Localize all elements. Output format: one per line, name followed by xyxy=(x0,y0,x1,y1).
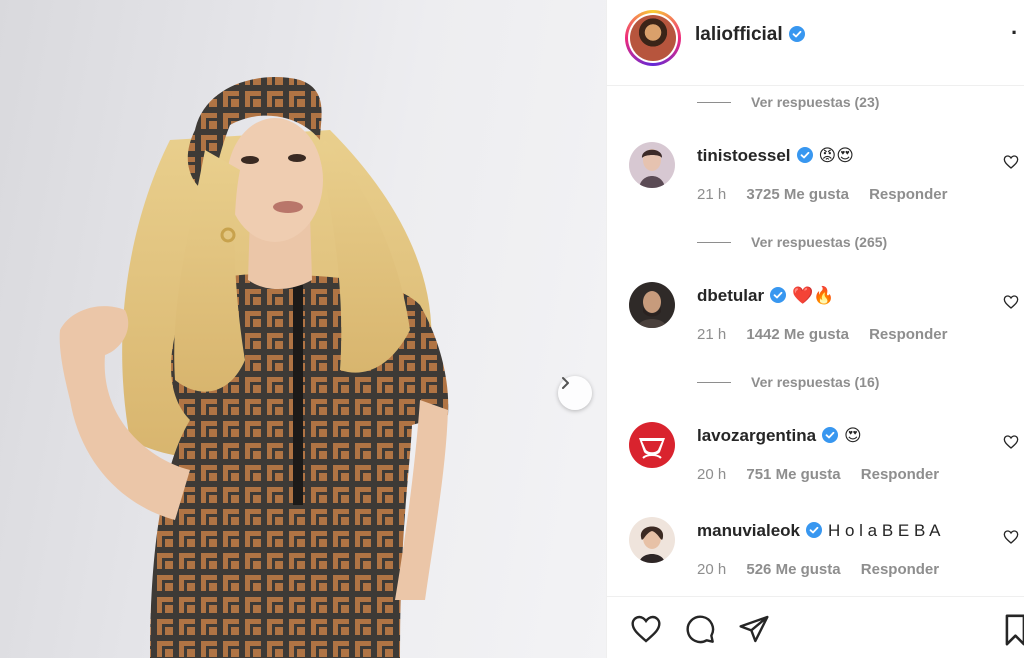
bookmark-icon[interactable] xyxy=(1003,613,1024,647)
comment-time: 21 h xyxy=(697,326,727,343)
view-replies-button[interactable]: Ver respuestas (16) xyxy=(697,372,879,392)
replies-divider xyxy=(697,101,731,103)
comment-time: 21 h xyxy=(697,186,727,203)
comment-time: 20 h xyxy=(697,561,727,578)
post-photo xyxy=(0,0,606,658)
comment-body: H o l a B E B A xyxy=(828,521,941,540)
view-replies-button[interactable]: Ver respuestas (265) xyxy=(697,232,887,252)
comment-likes[interactable]: 1442 Me gusta xyxy=(746,326,849,343)
commenter-avatar[interactable] xyxy=(629,142,675,188)
chevron-right-icon xyxy=(562,377,569,389)
comment-body: 😍 xyxy=(844,426,862,445)
reply-button[interactable]: Responder xyxy=(861,561,939,578)
replies-divider xyxy=(697,241,731,243)
comment-item: manuvialeok H o l a B E B A 20 h 526 Me g… xyxy=(607,517,1024,596)
post-side-panel: laliofficial · Ver respuestas (23) tinis… xyxy=(606,0,1024,658)
view-replies-label[interactable]: Ver respuestas (265) xyxy=(751,234,887,250)
comment-item: tinistoessel 😡😍 21 h 3725 Me gusta Respon… xyxy=(607,142,1024,242)
heart-icon[interactable] xyxy=(1003,529,1019,545)
comment-meta: 21 h 3725 Me gusta Responder xyxy=(697,186,963,203)
comment-item: dbetular ❤️🔥 21 h 1442 Me gusta Responder xyxy=(607,282,1024,382)
author-username[interactable]: laliofficial xyxy=(695,24,783,45)
verified-badge-icon xyxy=(796,147,813,163)
verified-badge-icon xyxy=(788,26,805,42)
heart-icon[interactable] xyxy=(1003,434,1019,450)
commenter-username[interactable]: tinistoessel xyxy=(697,146,791,165)
heart-icon[interactable] xyxy=(629,613,663,645)
share-icon[interactable] xyxy=(737,613,771,645)
post-actions-bar xyxy=(607,596,1024,658)
reply-button[interactable]: Responder xyxy=(869,326,947,343)
commenter-username[interactable]: manuvialeok xyxy=(697,521,800,540)
comment-icon[interactable] xyxy=(683,613,717,645)
author-avatar[interactable] xyxy=(625,10,681,66)
author-username-row[interactable]: laliofficial xyxy=(695,24,805,46)
commenter-avatar[interactable] xyxy=(629,282,675,328)
comment-time: 20 h xyxy=(697,466,727,483)
reply-button[interactable]: Responder xyxy=(861,466,939,483)
reply-button[interactable]: Responder xyxy=(869,186,947,203)
heart-icon[interactable] xyxy=(1003,294,1019,310)
more-options-button[interactable]: · xyxy=(1011,20,1018,46)
commenter-username[interactable]: dbetular xyxy=(697,286,764,305)
comment-likes[interactable]: 751 Me gusta xyxy=(746,466,840,483)
comment-likes[interactable]: 526 Me gusta xyxy=(746,561,840,578)
view-replies-button[interactable]: Ver respuestas (23) xyxy=(697,92,879,112)
comment-meta: 20 h 526 Me gusta Responder xyxy=(697,561,955,578)
verified-badge-icon xyxy=(822,427,839,443)
comment-meta: 20 h 751 Me gusta Responder xyxy=(697,466,955,483)
heart-icon[interactable] xyxy=(1003,154,1019,170)
comment-text-row: manuvialeok H o l a B E B A xyxy=(697,521,940,541)
comment-text-row: tinistoessel 😡😍 xyxy=(697,146,854,166)
view-replies-label[interactable]: Ver respuestas (23) xyxy=(751,94,879,110)
commenter-username[interactable]: lavozargentina xyxy=(697,426,816,445)
comment-item: lavozargentina 😍 20 h 751 Me gusta Respon… xyxy=(607,422,1024,522)
comment-body: 😡😍 xyxy=(818,146,854,165)
next-photo-button[interactable] xyxy=(558,376,592,410)
verified-badge-icon xyxy=(770,287,787,303)
view-replies-label[interactable]: Ver respuestas (16) xyxy=(751,374,879,390)
photo-illustration xyxy=(59,77,449,658)
post-header: laliofficial · xyxy=(607,0,1024,86)
comment-likes[interactable]: 3725 Me gusta xyxy=(746,186,849,203)
commenter-avatar[interactable] xyxy=(629,422,675,468)
comment-text-row: dbetular ❤️🔥 xyxy=(697,286,834,306)
comment-meta: 21 h 1442 Me gusta Responder xyxy=(697,326,963,343)
comments-list: Ver respuestas (23) tinistoessel 😡😍 21 h … xyxy=(607,86,1024,596)
comment-body: ❤️🔥 xyxy=(792,286,835,305)
replies-divider xyxy=(697,381,731,383)
verified-badge-icon xyxy=(806,522,822,538)
comment-text-row: lavozargentina 😍 xyxy=(697,426,862,446)
commenter-avatar[interactable] xyxy=(629,517,675,563)
